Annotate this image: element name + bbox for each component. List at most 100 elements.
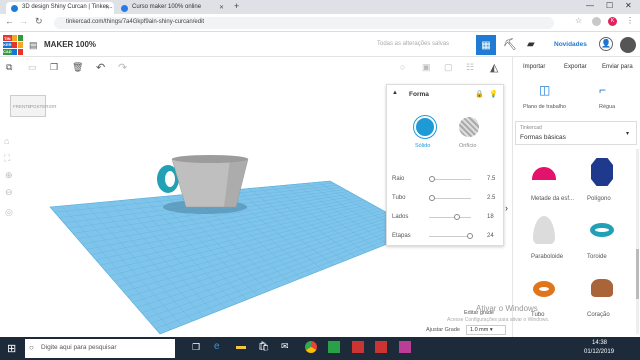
- param-label: Raio: [392, 176, 405, 182]
- extension-icon[interactable]: [592, 17, 601, 26]
- windows-start-icon[interactable]: ⊞: [7, 342, 16, 355]
- delete-icon[interactable]: 🗑: [72, 62, 83, 73]
- view-cube[interactable]: FRENTE POSTERIOR: [10, 95, 57, 117]
- param-value[interactable]: 18: [487, 214, 494, 220]
- design-title[interactable]: MAKER 100%: [44, 40, 96, 49]
- grid-view-button[interactable]: ▦: [476, 35, 496, 55]
- param-slider[interactable]: [429, 195, 471, 201]
- mirror-icon[interactable]: ◭: [490, 61, 498, 74]
- shape-label: Coração: [587, 312, 610, 318]
- clock-time: 14:38: [592, 340, 608, 346]
- pickaxe-icon[interactable]: ⛏: [503, 38, 517, 51]
- logo-tile: KER: [3, 41, 12, 49]
- shape-label: Metade da esf...: [531, 196, 575, 202]
- zoom-in-icon[interactable]: ⊕: [5, 170, 13, 181]
- windows-activation-subtitle: Acesse Configurações para ativar o Windo…: [447, 317, 550, 323]
- logo-tile: [17, 41, 23, 49]
- new-tab-icon[interactable]: +: [234, 1, 239, 11]
- redo-icon[interactable]: ↷: [118, 61, 127, 74]
- tinkercad-favicon-icon: [11, 5, 18, 12]
- shape-library-select[interactable]: Tinkercad Formas básicas ▾: [515, 121, 637, 145]
- group-icon[interactable]: ▣: [422, 62, 431, 73]
- param-slider[interactable]: [429, 176, 471, 182]
- app-red-icon[interactable]: [352, 341, 364, 353]
- logo-tile: [12, 48, 18, 55]
- ruler-icon[interactable]: ⌐: [599, 83, 606, 97]
- solid-label: Sólido: [415, 143, 431, 149]
- reload-icon[interactable]: ↻: [35, 16, 43, 27]
- collapse-panel-icon[interactable]: ›: [505, 203, 508, 213]
- param-slider[interactable]: [429, 233, 473, 239]
- file-explorer-icon[interactable]: ▬: [236, 341, 246, 352]
- home-view-icon[interactable]: ⌂: [4, 136, 9, 146]
- shape-item[interactable]: [581, 271, 625, 311]
- panel-scrollbar[interactable]: [636, 149, 639, 334]
- fit-view-icon[interactable]: ⛶: [4, 153, 10, 164]
- app-green-icon[interactable]: [328, 341, 340, 353]
- user-avatar[interactable]: [620, 37, 636, 53]
- shape-item[interactable]: [523, 155, 567, 195]
- windows-activation-title: Ativar o Windows: [476, 304, 538, 313]
- tab-curso[interactable]: Curso maker 100% online ✕: [116, 2, 228, 14]
- chrome-icon[interactable]: [305, 341, 317, 353]
- zoom-out-icon[interactable]: ⊖: [5, 187, 13, 198]
- undo-icon[interactable]: ↶: [96, 61, 105, 74]
- forward-icon[interactable]: →: [19, 16, 28, 26]
- ortho-view-icon[interactable]: ◎: [5, 207, 13, 218]
- logo-tile: [17, 35, 23, 42]
- light-icon[interactable]: ○: [400, 62, 405, 72]
- add-user-icon[interactable]: 👤: [599, 37, 613, 51]
- shape-item[interactable]: [581, 213, 625, 253]
- param-value[interactable]: 2.5: [487, 195, 495, 201]
- profile-avatar[interactable]: K: [608, 17, 617, 26]
- url-field[interactable]: tinkercad.com/things/7a4Gkpf9ain-shiny-c…: [54, 17, 554, 29]
- duplicate-icon[interactable]: ❐: [50, 62, 58, 73]
- minimize-icon[interactable]: —: [586, 1, 594, 10]
- snap-grid-select[interactable]: 1.0 mm ▾: [466, 325, 506, 335]
- maximize-icon[interactable]: ☐: [606, 1, 613, 10]
- edit-toolbar: ⧉ ▭ ❐ 🗑 ↶ ↷ ○ ▣ ▢ ☷ ◭: [0, 57, 512, 79]
- send-to-button[interactable]: Enviar para: [602, 64, 633, 70]
- ungroup-icon[interactable]: ▢: [444, 62, 453, 73]
- light-bulb-icon[interactable]: 💡: [489, 90, 498, 98]
- shape-item[interactable]: [523, 213, 567, 253]
- copy-icon[interactable]: ⧉: [6, 62, 12, 73]
- windows-taskbar: ⊞ ○ Digite aqui para pesquisar ❐ e ▬ 🛍 ✉…: [0, 337, 640, 360]
- export-button[interactable]: Exportar: [564, 64, 587, 70]
- dropdown-arrow-icon: ▾: [626, 131, 630, 137]
- novidades-link[interactable]: Novidades: [554, 41, 587, 48]
- lock-icon[interactable]: 🔒: [475, 90, 484, 98]
- back-icon[interactable]: ←: [5, 16, 14, 26]
- close-tab-icon[interactable]: ✕: [219, 4, 224, 11]
- align-icon[interactable]: ☷: [466, 62, 474, 73]
- window-close-icon[interactable]: ✕: [625, 1, 632, 10]
- close-tab-icon[interactable]: ✕: [105, 4, 110, 11]
- collapse-arrow-icon[interactable]: ▲: [392, 90, 398, 96]
- app-red-icon[interactable]: [375, 341, 387, 353]
- shape-item[interactable]: [581, 155, 625, 195]
- browser-menu-icon[interactable]: ⋮: [626, 16, 634, 25]
- solid-option[interactable]: [414, 116, 436, 138]
- import-button[interactable]: Importar: [523, 64, 545, 70]
- tinkercad-logo[interactable]: TIN KER CAD: [3, 35, 23, 55]
- task-view-icon[interactable]: ❐: [192, 342, 200, 353]
- param-value[interactable]: 7.5: [487, 176, 495, 182]
- tab-tinkercad[interactable]: 3D design Shiny Curcan | Tinker... ✕: [6, 2, 114, 14]
- app-purple-icon[interactable]: [399, 341, 411, 353]
- param-slider[interactable]: [429, 214, 471, 220]
- briefcase-icon[interactable]: ▰: [527, 39, 535, 50]
- edge-icon[interactable]: e: [214, 341, 220, 352]
- paste-icon[interactable]: ▭: [28, 62, 37, 73]
- bookmark-star-icon[interactable]: ☆: [575, 16, 582, 25]
- taskbar-search[interactable]: ○ Digite aqui para pesquisar: [25, 339, 175, 358]
- store-icon[interactable]: 🛍: [258, 341, 269, 352]
- workplane-label: Plano de trabalho: [523, 104, 567, 110]
- hole-option[interactable]: [459, 117, 479, 137]
- logo-tile: CAD: [3, 48, 12, 55]
- param-value[interactable]: 24: [487, 233, 494, 239]
- param-label: Tubo: [392, 195, 406, 201]
- workplane-icon[interactable]: ◫: [539, 83, 550, 97]
- save-status: Todas as alterações salvas: [377, 41, 450, 47]
- design-list-icon[interactable]: ▤: [29, 40, 38, 51]
- mail-icon[interactable]: ✉: [281, 341, 289, 352]
